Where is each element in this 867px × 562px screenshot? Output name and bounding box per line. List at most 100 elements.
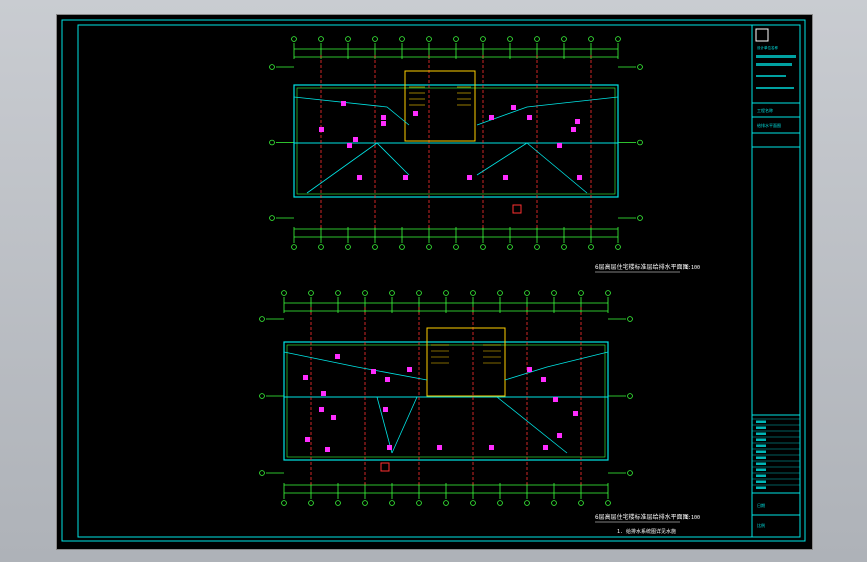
cad-drawing: 设计单位名称 工程名称 给排水平面图 日期 比例 6层高层住宅楼标准层给排水平面… [61,19,806,542]
lower-fixture [303,375,308,380]
lower-fixture [335,354,340,359]
title-block-line-11: 比例 [757,522,765,528]
lower-axis-bubble [578,500,584,506]
outer-frame [61,19,806,542]
upper-axis-bubble [507,36,513,42]
upper-axis-bubble [561,36,567,42]
upper-axis-bubble [291,244,297,250]
lower-fixture [557,433,562,438]
lower-axis-bubble [281,290,287,296]
upper-fixture [527,115,532,120]
upper-stair-core [404,70,476,142]
upper-fixture [353,137,358,142]
lower-axis-bubble [281,500,287,506]
lower-row-bubble [259,316,265,322]
upper-axis-bubble [615,244,621,250]
lower-fixture [407,367,412,372]
lower-fixture [305,437,310,442]
lower-axis-bubble [551,290,557,296]
upper-axis-bubble [588,36,594,42]
upper-floor-plan [269,36,643,250]
upper-fixture [557,143,562,148]
lower-axis-bubble [524,290,530,296]
lower-axis-bubble [389,500,395,506]
upper-axis-bubble [345,36,351,42]
title-block-line-3: 给排水平面图 [757,122,781,128]
lower-axis-bubble [578,290,584,296]
lower-fixture [489,445,494,450]
lower-axis-bubble [524,500,530,506]
upper-fixture [503,175,508,180]
upper-fixture [413,111,418,116]
upper-axis-bubble [615,36,621,42]
upper-axis-bubble [399,36,405,42]
lower-row-bubble [627,316,633,322]
upper-axis-bubble [399,244,405,250]
lower-axis-bubble [497,290,503,296]
upper-fixture [575,119,580,124]
lower-fixture [543,445,548,450]
lower-row-bubble [627,393,633,399]
upper-fixture [347,143,352,148]
upper-fixture [571,127,576,132]
lower-outline [283,341,609,461]
lower-fixture [387,445,392,450]
upper-axis-bubble [318,244,324,250]
lower-fixture [321,391,326,396]
lower-row-bubble [259,470,265,476]
upper-axis-bubble [291,36,297,42]
lower-axis-bubble [416,500,422,506]
upper-axis-bubble [345,244,351,250]
lower-fixture [325,447,330,452]
lower-axis-bubble [470,290,476,296]
drawing-note: 1. 给排水系统图详见水施 [617,528,676,535]
lower-plan-scale: 1:100 [685,515,700,521]
lower-axis-bubble [308,290,314,296]
upper-row-bubble [637,215,643,221]
upper-fixture [489,115,494,120]
lower-floor-plan [259,290,633,506]
lower-stair-core [426,327,506,397]
lower-axis-bubble [443,500,449,506]
upper-row-bubble [269,139,275,146]
lower-axis-bubble [605,290,611,296]
lower-axis-bubble [335,290,341,296]
lower-axis-bubble [362,290,368,296]
upper-axis-bubble [426,244,432,250]
lower-axis-bubble [389,290,395,296]
lower-fixture [371,369,376,374]
upper-fixture [357,175,362,180]
upper-fixture [381,115,386,120]
lower-axis-bubble [497,500,503,506]
upper-axis-bubble [372,244,378,250]
lower-axis-bubble [605,500,611,506]
upper-axis-bubble [453,244,459,250]
upper-axis-bubble [426,36,432,42]
upper-row-bubble [269,215,275,221]
upper-fixture [403,175,408,180]
lower-axis-bubble [470,500,476,506]
lower-fixture [331,415,336,420]
title-block-line-2: 工程名称 [757,107,773,113]
lower-axis-bubble [551,500,557,506]
upper-row-bubble [637,139,643,146]
drawing-sheet: 设计单位名称 工程名称 给排水平面图 日期 比例 6层高层住宅楼标准层给排水平面… [56,14,813,550]
upper-row-bubble [637,64,643,70]
upper-axis-bubble [318,36,324,42]
upper-row-bubble [269,64,275,70]
title-block-line-1: 设计单位名称 [757,45,778,50]
lower-axis-bubble [335,500,341,506]
lower-plan-title: 6层高层住宅楼标准层给排水平面图 [595,513,689,521]
lower-fixture [553,397,558,402]
lower-fixture [385,377,390,382]
upper-plan-scale: 1:100 [685,265,700,271]
lower-axis-bubble [308,500,314,506]
upper-fixture [467,175,472,180]
upper-fixture [381,121,386,126]
title-block: 设计单位名称 工程名称 给排水平面图 日期 比例 [751,24,801,538]
lower-fixture [527,367,532,372]
upper-axis-bubble [453,36,459,42]
upper-plan-title: 6层高层住宅楼标准层给排水平面图 [595,263,689,271]
lower-axis-bubble [416,290,422,296]
lower-fixture [437,445,442,450]
